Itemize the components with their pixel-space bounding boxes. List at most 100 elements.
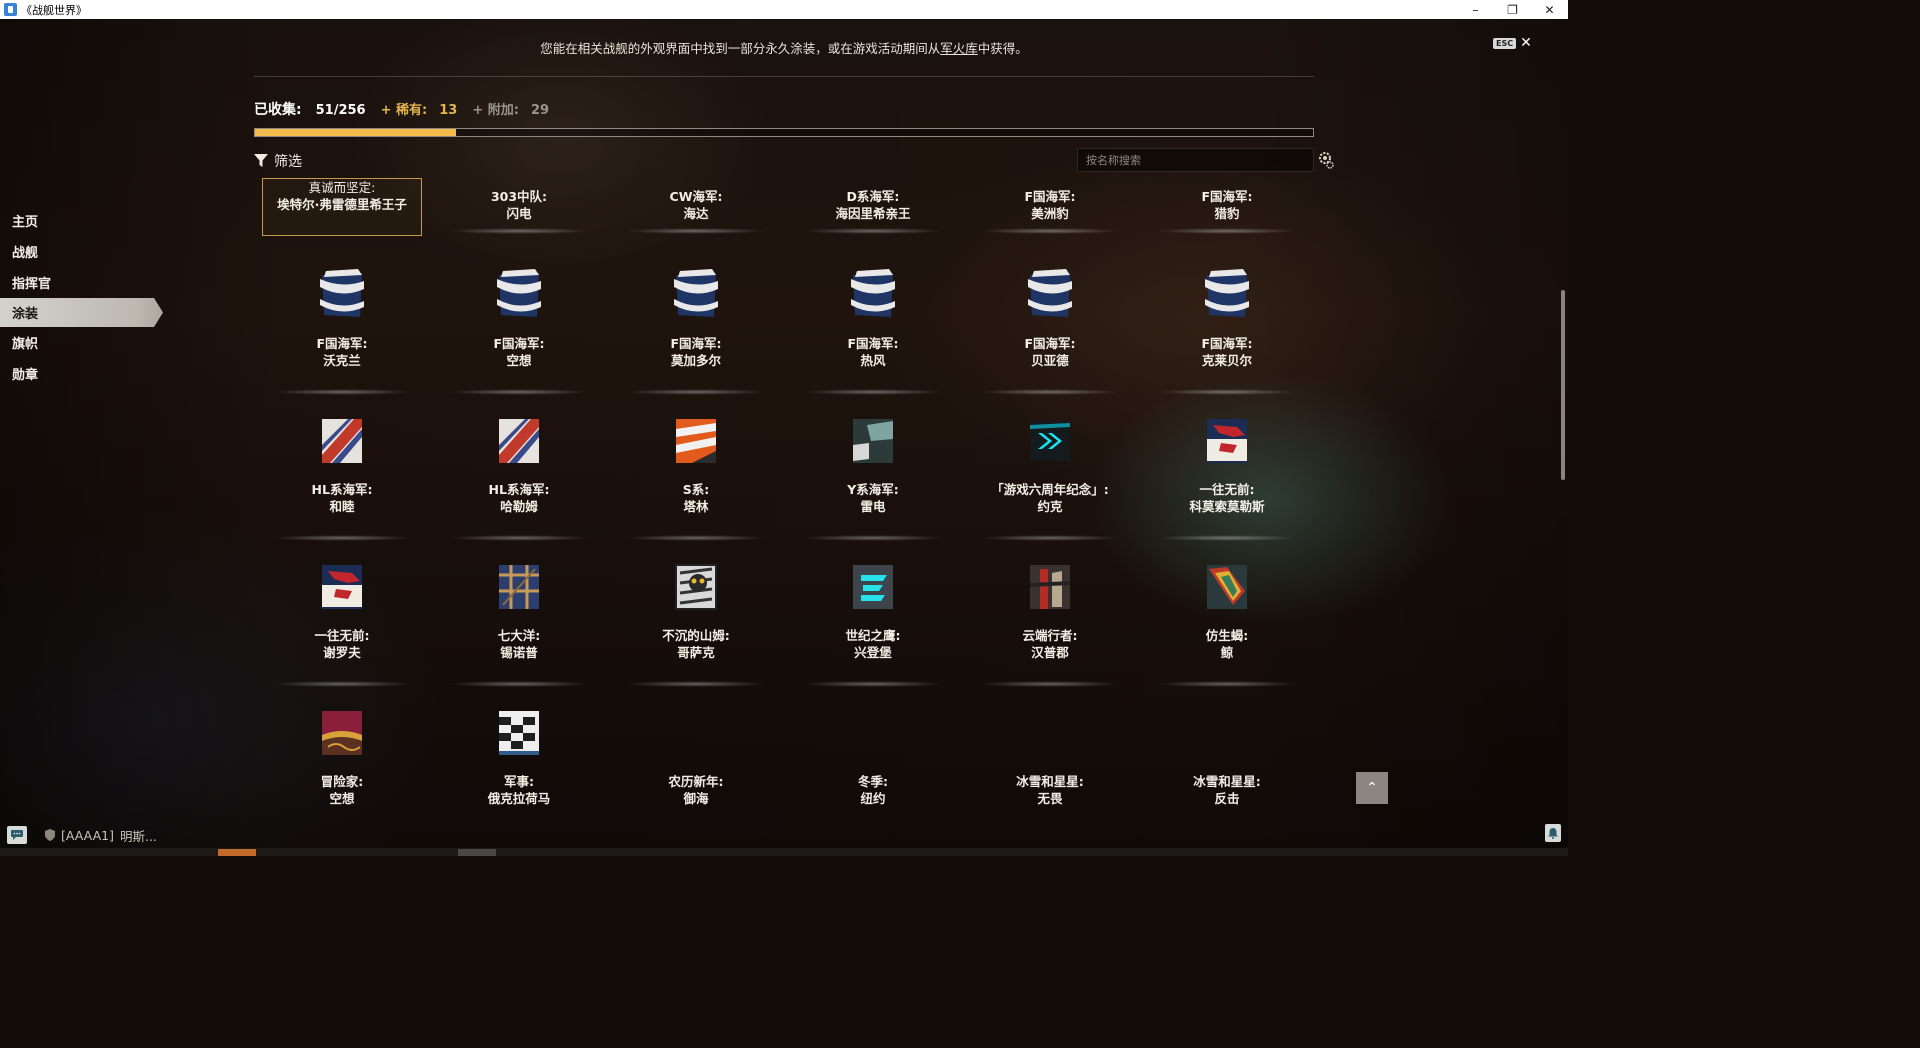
camouflage-ship: 雷电 [860,499,886,514]
camouflage-name: 军事: 俄克拉荷马 [488,773,551,807]
card-shadow [1157,535,1297,541]
camouflage-card[interactable]: CW海军: 海达 [616,178,776,234]
card-shadow [626,228,766,234]
sidebar-item-medals[interactable]: 勋章 [0,358,170,389]
camouflage-card[interactable]: 冒险家: 空想 [262,693,422,818]
camouflage-card[interactable]: 仿生蝎: 鲸 [1147,547,1307,687]
chevron-up-icon: ⌃ [1366,780,1378,796]
search-input[interactable] [1077,148,1314,172]
camouflage-name: F国海军: 莫加多尔 [670,335,721,369]
camouflage-card[interactable]: HL系海军: 哈勒姆 [439,401,599,541]
unsinkable-sam-icon [672,561,720,613]
chat-icon[interactable] [7,826,27,844]
camouflage-card[interactable]: F国海军: 沃克兰 [262,255,422,395]
camouflage-name: 仿生蝎: 鲸 [1206,627,1249,661]
camouflage-card[interactable]: F国海军: 克莱贝尔 [1147,255,1307,395]
camouflage-card[interactable]: F国海军: 贝亚德 [970,255,1130,395]
camouflage-series: 不沉的山姆: [662,628,730,643]
camouflage-card[interactable]: 冬季: 纽约 [793,693,953,818]
camouflage-card[interactable]: 冰雪和星星: 无畏 [970,693,1130,818]
scrollbar[interactable] [1561,290,1565,480]
camouflage-name: S系: 塔林 [683,481,710,515]
camouflage-card[interactable]: F国海军: 莫加多尔 [616,255,776,395]
camouflage-card[interactable]: 一往无前: 谢罗夫 [262,547,422,687]
card-shadow [272,681,412,687]
armory-link[interactable]: 军火库 [940,41,978,56]
camouflage-card[interactable]: F国海军: 空想 [439,255,599,395]
camouflage-card[interactable]: 七大洋: 锡诺普 [439,547,599,687]
restore-button[interactable]: ❐ [1494,0,1531,19]
sidebar-item-commanders[interactable]: 指挥官 [0,267,170,298]
camouflage-card[interactable]: 军事: 俄克拉荷马 [439,693,599,818]
camouflage-ship: 哥萨克 [677,645,715,660]
cloud-walker-icon [1026,561,1074,613]
close-window-button[interactable]: ✕ [1531,0,1568,19]
camouflage-card[interactable]: 真诚而坚定: 埃特尔·弗雷德里希王子 [262,178,422,236]
camouflage-card[interactable]: 「游戏六周年纪念」: 约克 [970,401,1130,541]
camouflage-ship: 埃特尔·弗雷德里希王子 [277,197,407,212]
rare-label: + 稀有: [380,103,428,118]
camouflage-card[interactable]: F国海军: 美洲豹 [970,178,1130,234]
camouflage-name: 一往无前: 科莫索莫勒斯 [1189,481,1264,515]
card-shadow [626,389,766,395]
camouflage-card[interactable]: F国海军: 热风 [793,255,953,395]
camouflage-card[interactable]: D系海军: 海因里希亲王 [793,178,953,234]
rare-value: 13 [439,103,458,118]
camouflage-ship: 纽约 [860,791,886,806]
collection-stats: 已收集: 51/256 + 稀有: 13 + 附加: 29 [254,99,549,119]
footer-segment [458,849,496,856]
french-navy-icon [318,269,366,321]
camouflage-series: F国海军: [493,336,545,351]
camouflage-card[interactable]: 303中队: 闪电 [439,178,599,234]
camouflage-card[interactable]: 不沉的山姆: 哥萨克 [616,547,776,687]
camouflage-card[interactable]: 农历新年: 御海 [616,693,776,818]
camouflage-ship: 沃克兰 [323,353,361,368]
camouflage-name: Y系海军: 雷电 [847,481,899,515]
sidebar-item-flags[interactable]: 旗帜 [0,327,170,358]
camouflage-card[interactable]: F国海军: 猎豹 [1147,178,1307,234]
card-shadow [803,681,943,687]
camouflage-series: 冬季: [858,774,888,789]
scroll-to-top-button[interactable]: ⌃ [1356,772,1388,804]
camouflage-name: 冰雪和星星: 无畏 [1016,773,1084,807]
sidebar-item-home[interactable]: 主页 [0,205,170,236]
footer-segment-active [218,849,256,856]
camouflage-card[interactable]: 世纪之鹰: 兴登堡 [793,547,953,687]
camouflage-card[interactable]: HL系海军: 和睦 [262,401,422,541]
divider [254,76,1314,77]
none [672,707,720,759]
camouflage-ship: 贝亚德 [1031,353,1069,368]
gear-icon[interactable] [1318,151,1334,169]
clan-player-entry[interactable]: [AAAA1] 明斯... [45,826,157,845]
filter-button[interactable]: 筛选 [254,151,302,171]
card-shadow [1157,389,1297,395]
military-icon [495,707,543,759]
camouflage-series: 七大洋: [497,628,541,643]
camouflage-card[interactable]: 一往无前: 科莫索莫勒斯 [1147,401,1307,541]
camouflage-card[interactable]: 云端行者: 汉普郡 [970,547,1130,687]
camouflage-card[interactable]: 冰雪和星星: 反击 [1147,693,1307,818]
esc-close-button[interactable]: ESC ✕ [1493,35,1532,51]
camouflage-series: 真诚而坚定: [308,180,376,195]
camouflage-ship: 美洲豹 [1031,206,1069,221]
camouflage-ship: 鲸 [1220,645,1234,660]
sidebar-item-camouflage[interactable]: 涂装 [0,298,163,327]
minimize-button[interactable]: – [1457,0,1494,19]
sidebar-item-ships[interactable]: 战舰 [0,236,170,267]
shield-icon [45,829,55,841]
onward-icon [1203,415,1251,467]
extra-value: 29 [530,103,550,118]
extra-label: + 附加: [472,103,519,118]
camouflage-name: 七大洋: 锡诺普 [498,627,541,661]
camouflage-card[interactable]: Y系海军: 雷电 [793,401,953,541]
camouflage-series: CW海军: [669,189,723,204]
camouflage-ship: 猎豹 [1214,206,1240,221]
camouflage-ship: 御海 [683,791,709,806]
camouflage-series: 一往无前: [314,628,370,643]
bell-icon[interactable] [1545,824,1561,842]
none [1026,707,1074,759]
camouflage-series: 云端行者: [1022,628,1078,643]
camouflage-series: 「游戏六周年纪念」: [991,482,1109,497]
collection-progress-bar [254,128,1314,137]
camouflage-card[interactable]: S系: 塔林 [616,401,776,541]
